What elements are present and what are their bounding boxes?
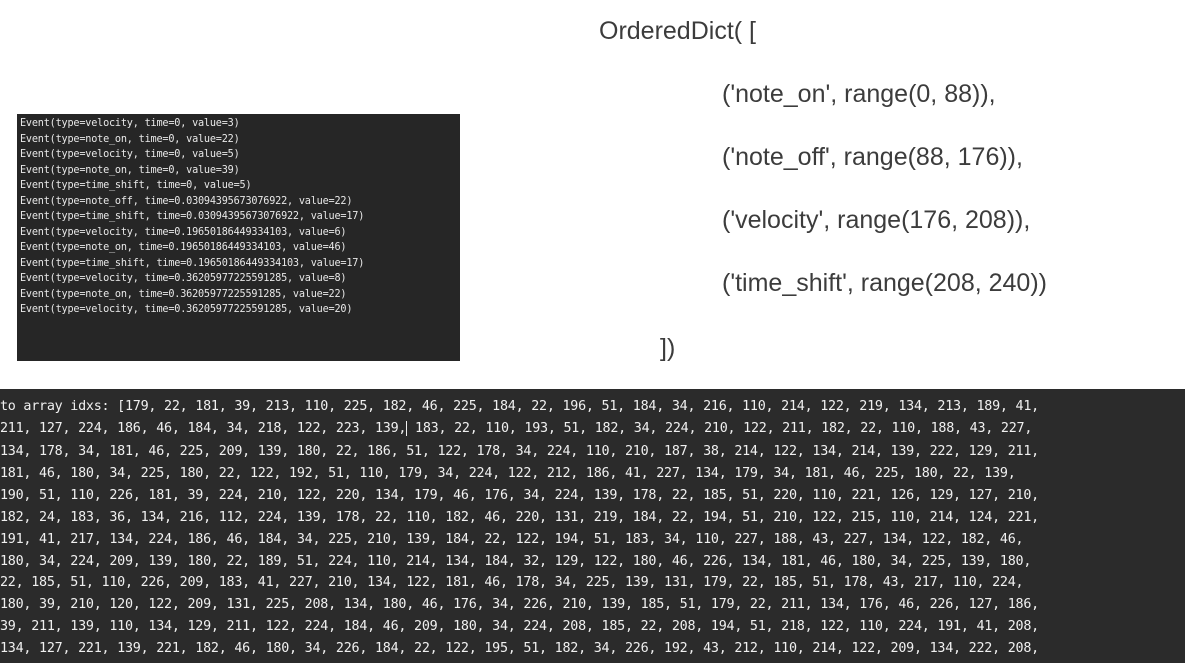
idx-line: 190, 51, 110, 226, 181, 39, 224, 210, 12… <box>0 487 1047 503</box>
event-log-line: Event(type=time_shift, time=0, value=5) <box>20 180 252 191</box>
event-log-line: Event(type=velocity, time=0.362059772255… <box>20 304 353 315</box>
idx-line: 182, 24, 183, 36, 134, 216, 112, 224, 13… <box>0 509 1047 525</box>
ordered-dict-close: ]) <box>660 334 676 362</box>
idx-line: 39, 211, 139, 110, 134, 129, 211, 122, 2… <box>0 619 1047 635</box>
event-log-line: Event(type=note_off, time=0.030943956730… <box>20 195 353 207</box>
idx-line: 191, 41, 217, 134, 224, 186, 46, 184, 34… <box>0 531 1032 547</box>
event-log-line: Event(type=note_on, time=0.3620597722559… <box>20 288 347 300</box>
idx-line-1-text: to array idxs: [179, 22, 181, 39, 213, 1… <box>0 399 1047 414</box>
event-log-line: Event(type=time_shift, time=0.0309439567… <box>20 211 365 222</box>
idx-line: 134, 178, 34, 181, 46, 225, 209, 139, 18… <box>0 444 1047 459</box>
dict-entry-time-shift: ('time_shift', range(208, 240)) <box>722 269 1047 297</box>
array-idxs-panel: to array idxs: [179, 22, 181, 39, 213, 1… <box>0 389 1185 663</box>
dict-entry-note-off: ('note_off', range(88, 176)), <box>722 143 1023 171</box>
event-log-line: Event(type=time_shift, time=0.1965018644… <box>20 257 365 269</box>
idx-line: 180, 34, 224, 209, 139, 180, 22, 189, 51… <box>0 553 1039 569</box>
dict-entry-velocity: ('velocity', range(176, 208)), <box>722 206 1031 234</box>
dict-entry-note-on: ('note_on', range(0, 88)), <box>722 80 996 108</box>
event-log-line: Event(type=note_on, time=0.1965018644933… <box>20 242 347 253</box>
event-log-line: Event(type=velocity, time=0.196501864493… <box>20 226 347 238</box>
idx-line-1: to array idxs: [179, 22, 181, 39, 213, 1… <box>0 397 1047 417</box>
event-log-line: Event(type=note_on, time=0, value=39) <box>20 164 240 176</box>
idx-line-2-text-b: 183, 22, 110, 193, 51, 182, 34, 224, 210… <box>407 421 1040 436</box>
event-log-line: Event(type=velocity, time=0.362059772255… <box>20 273 347 284</box>
event-log-line: Event(type=velocity, time=0, value=3) <box>20 118 240 129</box>
idx-line-2-text-a: 211, 127, 224, 186, 46, 184, 34, 218, 12… <box>0 421 407 436</box>
idx-line: 134, 127, 221, 139, 221, 182, 46, 180, 3… <box>0 641 1047 657</box>
idx-line: 22, 185, 51, 110, 226, 209, 183, 41, 227… <box>0 575 1032 591</box>
idx-line: 180, 39, 210, 120, 122, 209, 131, 225, 2… <box>0 597 1047 613</box>
ordered-dict-open: OrderedDict( [ <box>599 17 756 45</box>
idx-line: 181, 46, 180, 34, 225, 180, 22, 122, 192… <box>0 465 1024 481</box>
idx-line-2: 211, 127, 224, 186, 46, 184, 34, 218, 12… <box>0 419 1040 439</box>
event-log-panel: Event(type=velocity, time=0, value=3) Eve… <box>17 114 460 361</box>
event-log-line: Event(type=velocity, time=0, value=5) <box>20 149 240 160</box>
event-log-line: Event(type=note_on, time=0, value=22) <box>20 133 240 145</box>
